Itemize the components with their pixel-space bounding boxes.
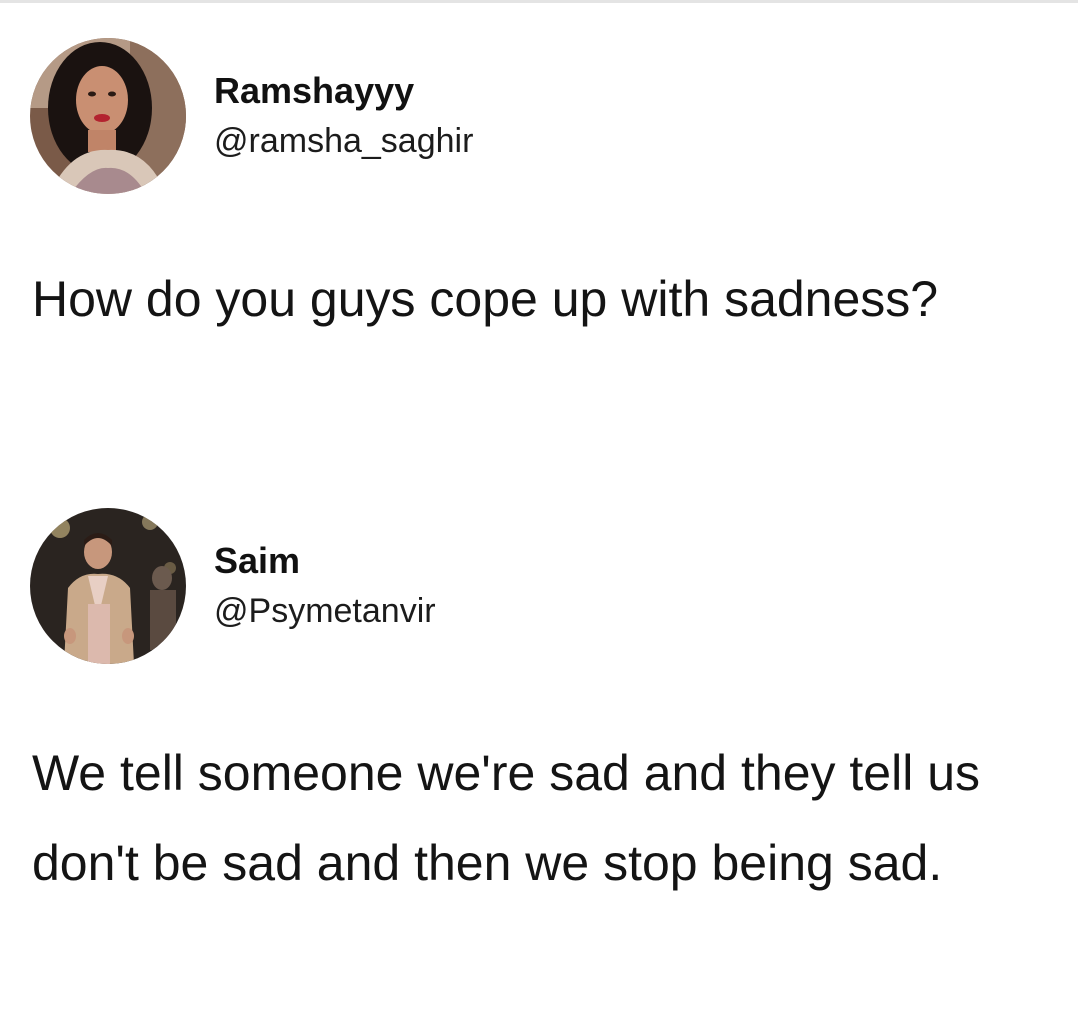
display-name[interactable]: Saim bbox=[214, 539, 436, 583]
tweet-text: How do you guys cope up with sadness? bbox=[32, 271, 939, 327]
user-names: Saim @Psymetanvir bbox=[214, 539, 436, 633]
top-divider bbox=[0, 0, 1078, 3]
avatar-ramshayyy[interactable] bbox=[30, 38, 186, 194]
user-handle[interactable]: @Psymetanvir bbox=[214, 589, 436, 633]
profile-photo-man-icon bbox=[30, 508, 186, 664]
tweet-header: Saim @Psymetanvir bbox=[30, 508, 436, 664]
tweet-header: Ramshayyy @ramsha_saghir bbox=[30, 38, 473, 194]
user-handle[interactable]: @ramsha_saghir bbox=[214, 119, 473, 163]
user-names: Ramshayyy @ramsha_saghir bbox=[214, 69, 473, 163]
profile-photo-woman-icon bbox=[30, 38, 186, 194]
tweet-text: We tell someone we're sad and they tell … bbox=[32, 745, 981, 891]
display-name[interactable]: Ramshayyy bbox=[214, 69, 473, 113]
avatar-saim[interactable] bbox=[30, 508, 186, 664]
